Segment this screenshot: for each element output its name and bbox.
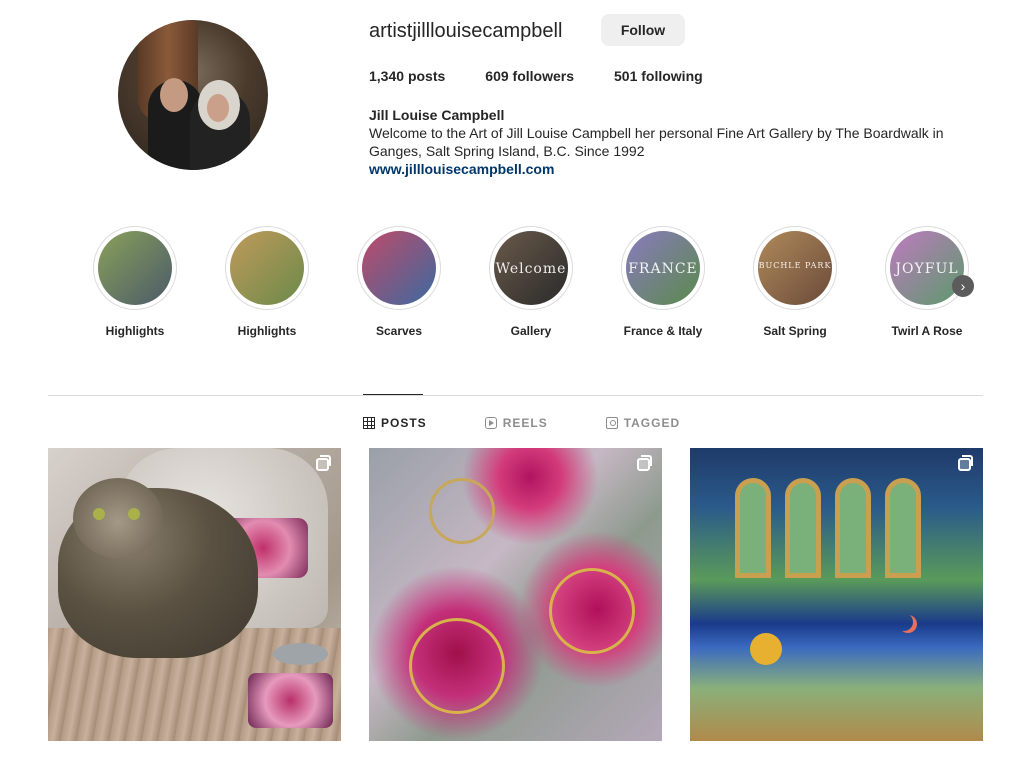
followers-label: followers [512, 68, 574, 84]
profile-avatar[interactable] [118, 20, 268, 170]
profile-website-link[interactable]: www.jilllouisecampbell.com [369, 161, 554, 177]
profile-tabs: POSTS REELS TAGGED [363, 416, 738, 430]
post-tile[interactable] [48, 448, 341, 741]
highlight-ring: Welcome [489, 226, 573, 310]
highlight-item[interactable]: Highlights [224, 226, 310, 338]
posts-stat: 1,340 posts [369, 68, 445, 84]
highlight-ring [93, 226, 177, 310]
active-tab-indicator [363, 394, 423, 395]
highlight-cover-text: FRANCE [628, 261, 698, 277]
following-count: 501 [614, 68, 638, 84]
highlight-label: Twirl A Rose [891, 324, 963, 338]
profile-bio-text: Welcome to the Art of Jill Louise Campbe… [369, 125, 944, 159]
reels-icon [484, 417, 497, 429]
tagged-icon [605, 417, 618, 429]
highlight-cover [230, 231, 304, 305]
followers-count: 609 [485, 68, 509, 84]
highlight-cover-text: JOYFUL [895, 261, 959, 277]
highlight-item[interactable]: Welcome Gallery [488, 226, 574, 338]
highlight-cover-text: BUCHLE PARK [758, 261, 832, 270]
story-highlights: Highlights Highlights Scarves Welcome Galler… [92, 226, 992, 346]
profile-username: artistjilllouisecampbell [369, 20, 563, 42]
tab-tagged[interactable]: TAGGED [605, 416, 681, 430]
highlight-item[interactable]: BUCHLE PARK Salt Spring [752, 226, 838, 338]
following-label: following [641, 68, 703, 84]
profile-bio: Jill Louise Campbell Welcome to the Art … [369, 106, 989, 178]
tab-posts-label: POSTS [381, 416, 427, 430]
highlight-cover [362, 231, 436, 305]
highlight-item[interactable]: Highlights [92, 226, 178, 338]
posts-label: posts [407, 68, 446, 84]
tab-posts[interactable]: POSTS [363, 416, 427, 430]
highlight-label: Salt Spring [763, 324, 827, 338]
highlight-label: France & Italy [623, 324, 703, 338]
posts-count: 1,340 [369, 68, 405, 84]
highlight-cover: Welcome [494, 231, 568, 305]
highlight-cover: FRANCE [626, 231, 700, 305]
highlight-cover-text: Welcome [495, 261, 567, 277]
following-stat[interactable]: 501 following [614, 68, 703, 84]
highlight-label: Scarves [375, 324, 423, 338]
post-tile[interactable] [690, 448, 983, 741]
grid-icon [363, 417, 375, 429]
carousel-icon [637, 455, 652, 471]
profile-full-name: Jill Louise Campbell [369, 107, 505, 123]
highlight-ring [357, 226, 441, 310]
carousel-icon [316, 455, 331, 471]
highlight-label: Highlights [237, 324, 297, 338]
highlight-item[interactable]: FRANCE France & Italy [620, 226, 706, 338]
highlight-cover: BUCHLE PARK [758, 231, 832, 305]
highlight-cover: JOYFUL [890, 231, 964, 305]
tab-reels[interactable]: REELS [484, 416, 548, 430]
highlight-ring [225, 226, 309, 310]
carousel-icon [958, 455, 973, 471]
followers-stat[interactable]: 609 followers [485, 68, 574, 84]
tabs-divider [48, 395, 983, 396]
follow-button[interactable]: Follow [601, 14, 685, 46]
post-tile[interactable] [369, 448, 662, 741]
highlight-ring: BUCHLE PARK [753, 226, 837, 310]
tab-reels-label: REELS [502, 416, 548, 430]
tab-tagged-label: TAGGED [623, 416, 681, 430]
highlight-label: Gallery [510, 324, 552, 338]
highlight-ring: FRANCE [621, 226, 705, 310]
profile-stats: 1,340 posts 609 followers 501 following [369, 68, 743, 84]
highlight-item[interactable]: Scarves [356, 226, 442, 338]
highlight-label: Highlights [105, 324, 165, 338]
highlight-ring: JOYFUL [885, 226, 969, 310]
chevron-right-icon[interactable]: › [952, 275, 974, 297]
highlight-cover [98, 231, 172, 305]
